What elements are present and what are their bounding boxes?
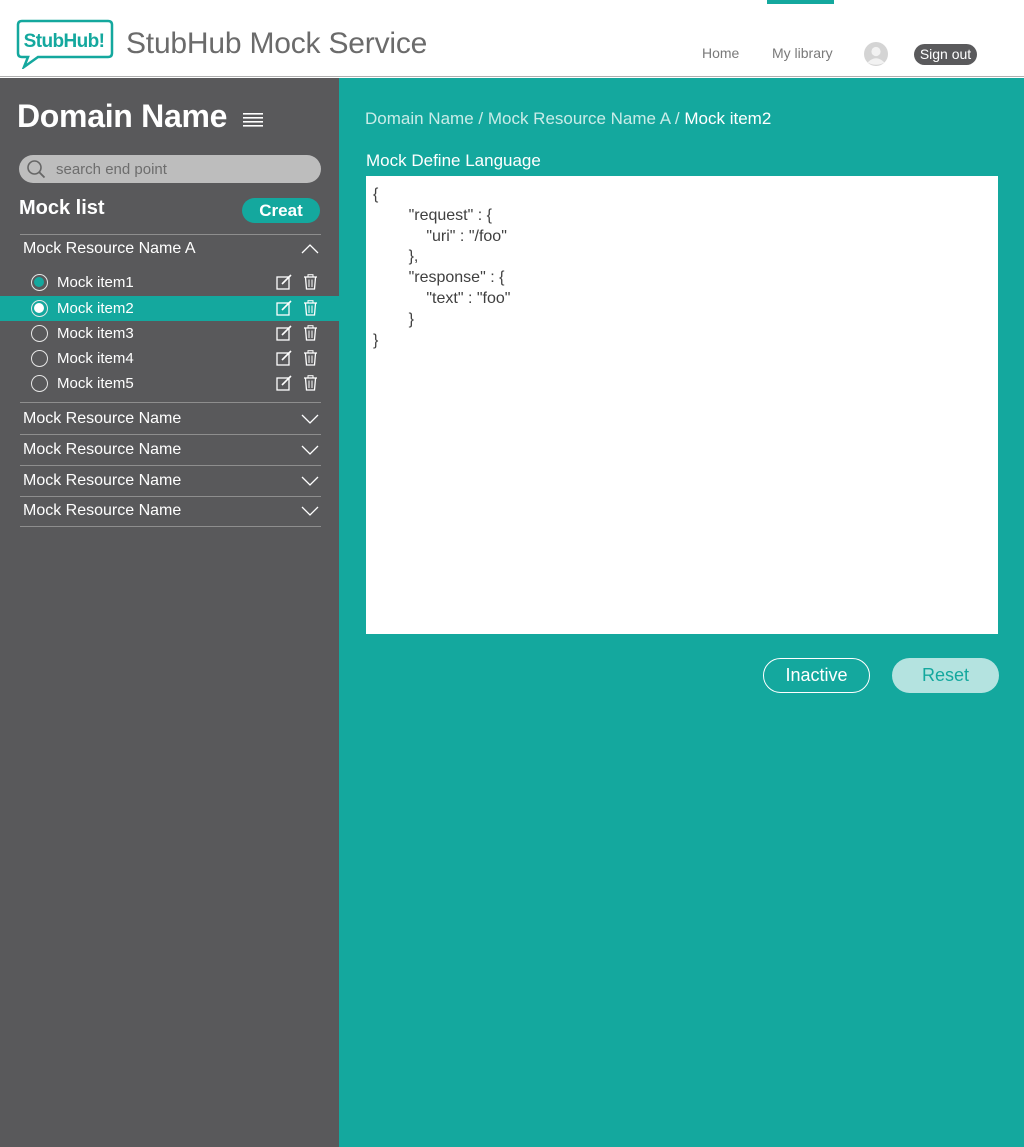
breadcrumb-separator: / xyxy=(473,109,488,128)
radio-button[interactable] xyxy=(31,375,48,392)
create-button[interactable]: Creat xyxy=(242,198,320,223)
radio-button[interactable] xyxy=(31,350,48,367)
search-icon xyxy=(27,160,46,179)
edit-icon[interactable] xyxy=(276,325,292,341)
trash-icon[interactable] xyxy=(303,375,318,391)
main-panel: Domain Name / Mock Resource Name A / Moc… xyxy=(339,78,1024,1147)
resource-label: Mock Resource Name xyxy=(23,472,182,489)
search-input[interactable] xyxy=(56,155,311,183)
chevron-down-icon[interactable] xyxy=(301,476,319,486)
app-title: StubHub Mock Service xyxy=(126,27,428,60)
resource-header[interactable]: Mock Resource Name xyxy=(0,435,339,465)
divider xyxy=(20,402,321,403)
reset-button[interactable]: Reset xyxy=(892,658,999,693)
sidebar: Domain Name Mock list Creat Mock Resourc… xyxy=(0,78,339,1147)
active-nav-indicator xyxy=(767,0,834,4)
breadcrumb-resource[interactable]: Mock Resource Name A xyxy=(488,109,670,128)
mock-item-label: Mock item4 xyxy=(57,350,134,367)
resource-label: Mock Resource Name xyxy=(23,502,182,519)
logo-text: StubHub! xyxy=(24,31,105,52)
domain-title: Domain Name xyxy=(17,98,228,134)
sign-out-button[interactable]: Sign out xyxy=(914,44,977,65)
chevron-down-icon[interactable] xyxy=(301,414,319,424)
radio-button[interactable] xyxy=(31,300,48,317)
mock-item-label: Mock item1 xyxy=(57,274,134,291)
resource-label: Mock Resource Name A xyxy=(23,240,196,257)
mock-item-label: Mock item5 xyxy=(57,375,134,392)
trash-icon[interactable] xyxy=(303,300,318,316)
resource-label: Mock Resource Name xyxy=(23,410,182,427)
edit-icon[interactable] xyxy=(276,274,292,290)
radio-button[interactable] xyxy=(31,274,48,291)
mock-item-2[interactable]: Mock item2 xyxy=(0,296,339,321)
edit-icon[interactable] xyxy=(276,300,292,316)
nav-home-link[interactable]: Home xyxy=(702,45,739,61)
mock-item-4[interactable]: Mock item4 xyxy=(0,346,339,371)
divider xyxy=(20,526,321,527)
trash-icon[interactable] xyxy=(303,350,318,366)
nav-my-library-link[interactable]: My library xyxy=(772,45,833,61)
stubhub-logo[interactable]: StubHub! xyxy=(16,19,114,69)
edit-icon[interactable] xyxy=(276,375,292,391)
top-header: StubHub! StubHub Mock Service Home My li… xyxy=(0,0,1024,77)
breadcrumb: Domain Name / Mock Resource Name A / Moc… xyxy=(365,109,771,129)
chevron-up-icon[interactable] xyxy=(301,244,319,254)
breadcrumb-domain[interactable]: Domain Name xyxy=(365,109,474,128)
resource-header[interactable]: Mock Resource Name xyxy=(0,404,339,434)
resource-header-a[interactable]: Mock Resource Name A xyxy=(0,234,339,264)
trash-icon[interactable] xyxy=(303,325,318,341)
resource-label: Mock Resource Name xyxy=(23,441,182,458)
breadcrumb-separator: / xyxy=(670,109,685,128)
chevron-down-icon[interactable] xyxy=(301,445,319,455)
search-bar xyxy=(19,155,321,183)
mock-definition-editor[interactable]: { "request" : { "uri" : "/foo" }, "respo… xyxy=(366,176,998,634)
mock-item-1[interactable]: Mock item1 xyxy=(0,270,339,295)
mock-list-title: Mock list xyxy=(19,197,105,219)
resource-header[interactable]: Mock Resource Name xyxy=(0,496,339,526)
mock-item-3[interactable]: Mock item3 xyxy=(0,321,339,346)
mock-item-label: Mock item3 xyxy=(57,325,134,342)
radio-button[interactable] xyxy=(31,325,48,342)
breadcrumb-current-item: Mock item2 xyxy=(684,109,772,128)
mock-item-5[interactable]: Mock item5 xyxy=(0,371,339,396)
inactive-button[interactable]: Inactive xyxy=(763,658,870,693)
chevron-down-icon[interactable] xyxy=(301,506,319,516)
mock-define-language-label: Mock Define Language xyxy=(366,151,541,170)
trash-icon[interactable] xyxy=(303,274,318,290)
resource-header[interactable]: Mock Resource Name xyxy=(0,466,339,496)
mock-item-label: Mock item2 xyxy=(57,300,134,317)
hamburger-menu-icon[interactable] xyxy=(243,113,263,127)
edit-icon[interactable] xyxy=(276,350,292,366)
user-avatar-icon[interactable] xyxy=(864,42,888,66)
